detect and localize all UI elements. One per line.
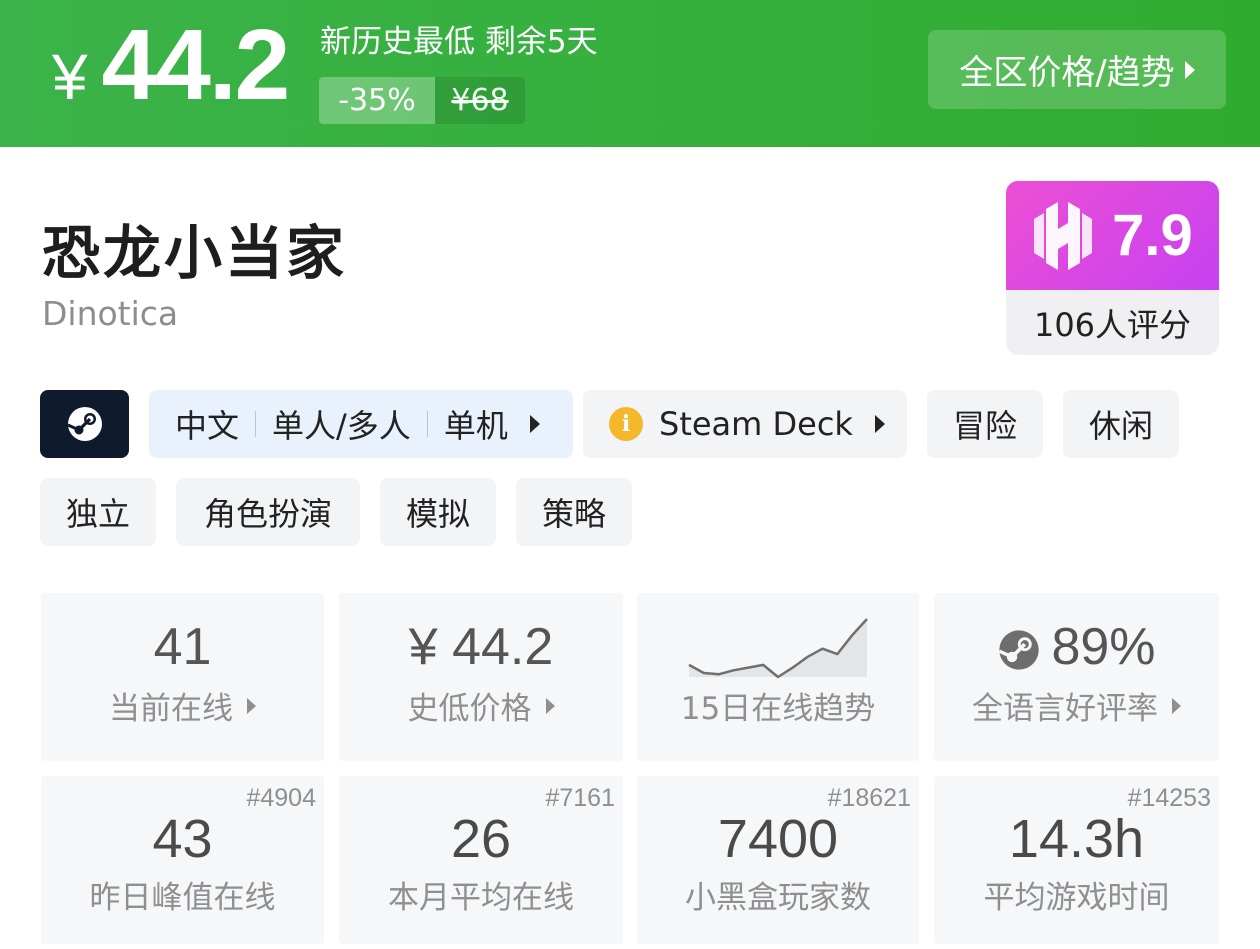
divider <box>426 411 428 437</box>
stat-label-text: 当前在线 <box>109 691 233 727</box>
price-banner: ¥ 44.2 新历史最低 剩余5天 -35% ¥68 全区价格/趋势 <box>0 0 1260 147</box>
divider <box>255 411 257 437</box>
genre-tag-adventure[interactable]: 冒险 <box>927 390 1043 458</box>
genre-tag-rpg[interactable]: 角色扮演 <box>176 478 360 546</box>
score-card[interactable]: 7.9 106人评分 <box>1006 181 1219 355</box>
original-price: ¥68 <box>435 77 525 124</box>
trend-area <box>689 619 867 677</box>
chevron-right-icon <box>529 415 540 433</box>
stat-value: 89% <box>934 617 1219 677</box>
stat-online-trend[interactable]: 15日在线趋势 <box>637 593 919 761</box>
stat-current-online[interactable]: 41 当前在线 <box>41 593 324 761</box>
heybox-logo-icon <box>1034 201 1093 270</box>
discount-badge: -35% ¥68 <box>319 77 525 124</box>
stat-yesterday-peak: #4904 43 昨日峰值在线 <box>41 776 324 944</box>
chevron-right-icon <box>545 697 555 714</box>
stat-average-playtime: #14253 14.3h 平均游戏时间 <box>934 776 1219 944</box>
stat-label: 15日在线趋势 <box>637 683 919 728</box>
steam-deck-label: Steam Deck <box>659 405 853 443</box>
stat-label-text: 全语言好评率 <box>972 691 1158 727</box>
score-header: 7.9 <box>1006 181 1219 290</box>
steam-icon <box>66 407 102 441</box>
stat-monthly-average: #7161 26 本月平均在线 <box>339 776 623 944</box>
stat-label-text: 15日在线趋势 <box>680 691 876 727</box>
feature-mode: 单机 <box>443 407 508 445</box>
stat-value: 41 <box>153 618 212 676</box>
stat-value: 26 <box>450 809 512 869</box>
region-price-trend-label: 全区价格/趋势 <box>959 53 1175 93</box>
discount-percent: -35% <box>319 77 435 124</box>
score-raters: 106人评分 <box>1033 305 1192 344</box>
stat-label: 小黑盒玩家数 <box>685 880 871 916</box>
genre-tag-casual[interactable]: 休闲 <box>1063 390 1179 458</box>
stat-value: ¥ 44.2 <box>408 618 554 676</box>
steam-icon <box>999 630 1040 670</box>
review-rate-value: 89% <box>1051 618 1156 676</box>
stat-label: 当前在线 <box>41 683 324 728</box>
stat-label: 昨日峰值在线 <box>89 880 276 916</box>
stat-label: 本月平均在线 <box>388 880 574 916</box>
promo-text: 新历史最低 剩余5天 <box>320 24 598 60</box>
region-price-trend-button[interactable]: 全区价格/趋势 <box>928 30 1226 109</box>
stat-label: 史低价格 <box>339 683 623 728</box>
chevron-right-icon <box>874 415 885 433</box>
feature-players: 单人/多人 <box>272 407 411 445</box>
stat-label-text: 史低价格 <box>407 691 532 727</box>
genre-tag-strategy[interactable]: 策略 <box>516 478 632 546</box>
stat-value: 14.3h <box>1008 809 1145 869</box>
currency-symbol: ¥ <box>52 41 88 113</box>
stat-value: 7400 <box>717 809 839 869</box>
game-title: 恐龙小当家 <box>42 219 348 287</box>
chevron-right-icon <box>1184 60 1195 79</box>
genre-tag-indie[interactable]: 独立 <box>40 478 156 546</box>
stat-review-rate[interactable]: 89% 全语言好评率 <box>934 593 1219 761</box>
info-icon: i <box>609 407 643 441</box>
stat-value: 43 <box>152 809 213 869</box>
price-value: 44.2 <box>101 9 291 121</box>
current-price: ¥ 44.2 <box>52 9 291 121</box>
stat-lowest-price[interactable]: ¥ 44.2 史低价格 <box>339 593 623 761</box>
feature-language: 中文 <box>175 407 240 445</box>
score-value: 7.9 <box>1112 203 1193 268</box>
steam-platform-tag[interactable] <box>40 390 129 458</box>
stat-label: 平均游戏时间 <box>983 880 1170 916</box>
steam-deck-tag[interactable]: i Steam Deck <box>583 390 907 458</box>
stat-label: 全语言好评率 <box>934 683 1219 728</box>
chevron-right-icon <box>1172 697 1181 714</box>
genre-tag-simulation[interactable]: 模拟 <box>380 478 496 546</box>
game-subtitle: Dinotica <box>42 294 179 333</box>
stat-heybox-players: #18621 7400 小黑盒玩家数 <box>637 776 919 944</box>
feature-tag[interactable]: 中文 单人/多人 单机 <box>149 390 573 458</box>
chevron-right-icon <box>247 697 256 714</box>
